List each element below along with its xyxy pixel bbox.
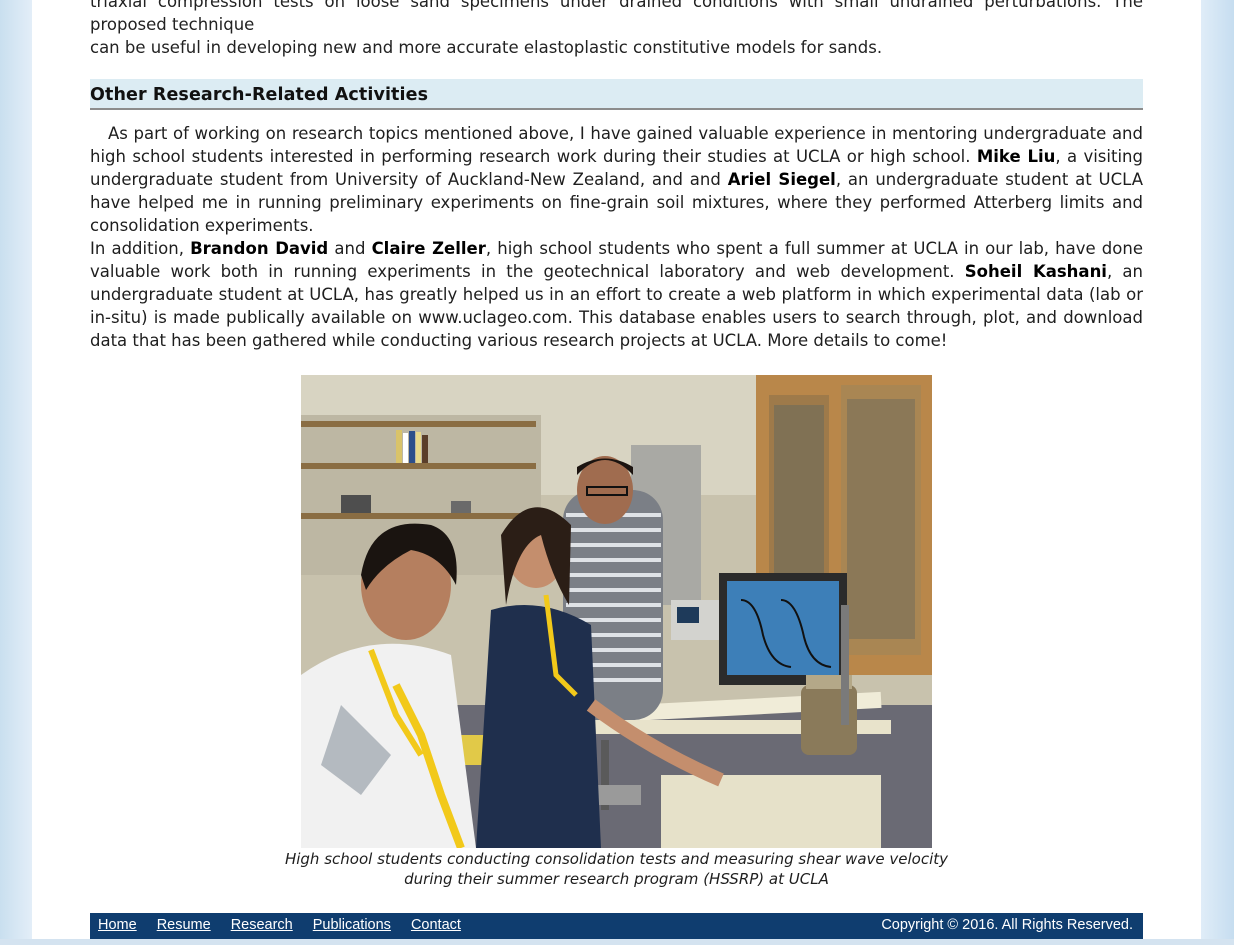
footer-link-publications[interactable]: Publications: [313, 917, 391, 933]
activities-paragraph-1: As part of working on research topics me…: [90, 122, 1143, 237]
intro-line-2: can be useful in developing new and more…: [90, 38, 883, 57]
footer-link-resume[interactable]: Resume: [157, 917, 211, 933]
paragraph-text: In addition,: [90, 239, 191, 258]
student-name: Claire Zeller: [371, 239, 486, 258]
paragraph-text: and: [328, 239, 372, 258]
student-name: Mike Liu: [976, 147, 1056, 166]
section-heading-band: Other Research-Related Activities: [90, 79, 1143, 110]
footer-nav: Home Resume Research Publications Contac…: [98, 917, 461, 933]
intro-line-1: triaxial compression tests on loose sand…: [90, 0, 1143, 34]
page-container: triaxial compression tests on loose sand…: [32, 0, 1201, 945]
lab-photo: [301, 375, 932, 848]
footer-link-contact[interactable]: Contact: [411, 917, 461, 933]
student-name: Ariel Siegel: [727, 170, 836, 189]
intro-paragraph: triaxial compression tests on loose sand…: [90, 0, 1143, 59]
footer-link-home[interactable]: Home: [98, 917, 137, 933]
window-bottom-edge: [0, 939, 1234, 945]
section-heading: Other Research-Related Activities: [90, 85, 429, 105]
lab-photo-illustration: [301, 375, 932, 848]
photo-caption: High school students conducting consolid…: [90, 849, 1143, 889]
copyright-notice: Copyright © 2016. All Rights Reserved.: [881, 917, 1133, 933]
footer-bar: Home Resume Research Publications Contac…: [90, 913, 1143, 939]
caption-line-2: during their summer research program (HS…: [404, 870, 829, 888]
caption-line-1: High school students conducting consolid…: [284, 850, 949, 868]
student-name: Soheil Kashani: [964, 262, 1107, 281]
student-name: Brandon David: [190, 239, 329, 258]
activities-paragraph-2: In addition, Brandon David and Claire Ze…: [90, 237, 1143, 352]
footer-link-research[interactable]: Research: [231, 917, 293, 933]
